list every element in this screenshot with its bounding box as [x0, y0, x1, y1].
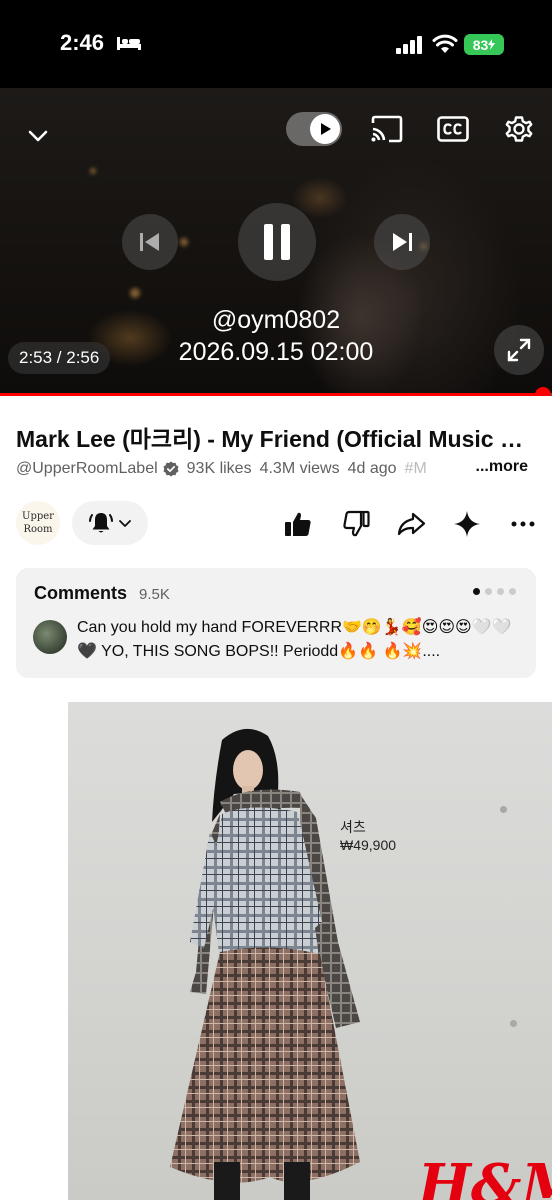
gear-icon [505, 116, 533, 142]
wall-detail [510, 1020, 517, 1027]
pause-icon [264, 224, 290, 260]
ad-item-price: ₩49,900 [340, 837, 397, 853]
ad-banner[interactable]: 셔츠 ₩49,900 H&M [0, 702, 552, 1200]
carousel-dot [485, 588, 492, 595]
bokeh-light [90, 168, 96, 174]
brand-logo[interactable]: H&M [418, 1152, 552, 1200]
status-time: 2:46 [60, 30, 105, 55]
avatar-line-1: Upper [22, 511, 54, 522]
wall-detail [500, 806, 507, 813]
share-icon [397, 512, 426, 536]
time-display-text: 2:53 / 2:56 [19, 348, 100, 367]
video-metadata[interactable]: @UpperRoomLabel 93K likes 4.3M views 4d … [16, 458, 536, 480]
progress-fill [0, 393, 543, 396]
cast-button[interactable] [368, 112, 406, 146]
channel-handle: @UpperRoomLabel [16, 460, 158, 477]
cc-icon [437, 116, 469, 142]
skip-next-icon [393, 233, 412, 251]
next-video-button[interactable] [374, 214, 430, 270]
comments-title: Comments [34, 583, 128, 603]
carousel-dot [497, 588, 504, 595]
cellular-signal-icon [396, 36, 422, 54]
sleep-focus-icon [117, 37, 141, 50]
skip-previous-icon [140, 233, 159, 251]
captions-button[interactable] [434, 112, 472, 146]
carousel-dots [473, 588, 516, 595]
bell-icon [89, 513, 113, 533]
video-player[interactable]: @oym0802 2026.09.15 02:00 2:53 / 2:56 [0, 88, 552, 396]
battery-indicator: 83 [464, 34, 504, 55]
video-overlay-handle: @oym0802 [211, 306, 341, 334]
like-button[interactable] [280, 506, 316, 542]
status-bar: 2:46 83 [0, 0, 552, 88]
model-figure [170, 728, 360, 1200]
cast-icon [371, 115, 403, 143]
more-actions-button[interactable] [505, 506, 541, 542]
thumbs-up-icon [285, 512, 311, 536]
channel-avatar[interactable]: Upper Room [16, 501, 60, 545]
pause-button[interactable] [238, 203, 316, 281]
upload-age: 4d ago [347, 460, 397, 477]
like-count: 93K likes [186, 460, 252, 477]
bokeh-light [180, 238, 188, 246]
avatar-line-2: Room [23, 524, 53, 535]
channel-handle-wrapper: @UpperRoomLabel [16, 460, 179, 478]
previous-video-button[interactable] [122, 214, 178, 270]
fullscreen-button[interactable] [494, 325, 544, 375]
charging-icon [488, 39, 496, 50]
commenter-avatar [33, 620, 67, 654]
autoplay-toggle[interactable] [286, 112, 342, 146]
carousel-dot [473, 588, 480, 595]
ad-item-label: 셔츠 [340, 819, 366, 835]
time-display[interactable]: 2:53 / 2:56 [8, 342, 111, 374]
progress-bar[interactable] [0, 387, 552, 396]
ad-price-tag: 셔츠 ₩49,900 [340, 818, 396, 854]
battery-level: 83 [472, 36, 489, 53]
hashtag[interactable]: #M [405, 460, 427, 478]
ask-button[interactable] [449, 506, 485, 542]
verified-icon [163, 461, 179, 477]
comments-panel[interactable]: Comments 9.5K Can you hold my hand FOREV… [16, 568, 536, 678]
play-icon [321, 123, 331, 135]
scrubber-handle[interactable] [534, 387, 551, 396]
top-comment: Can you hold my hand FOREVERRR🤝🤭💃🥰😍😍😍🤍🤍🖤… [77, 619, 512, 660]
share-button[interactable] [393, 506, 429, 542]
chevron-down-icon [28, 130, 48, 142]
more-icon [511, 521, 535, 527]
collapse-player-button[interactable] [20, 118, 56, 154]
view-count: 4.3M views [259, 460, 340, 477]
sparkle-icon [454, 511, 480, 537]
chevron-down-icon [119, 520, 131, 527]
bokeh-light [130, 288, 140, 298]
more-button[interactable]: ...more [455, 458, 528, 476]
wifi-icon [432, 34, 458, 53]
fullscreen-icon [507, 338, 531, 362]
dislike-button[interactable] [338, 506, 374, 542]
comments-count: 9.5K [139, 586, 170, 603]
notification-settings-button[interactable] [72, 501, 148, 545]
carousel-dot [509, 588, 516, 595]
thumbs-down-icon [343, 510, 370, 537]
autoplay-knob [310, 114, 340, 144]
settings-button[interactable] [500, 110, 538, 148]
video-title[interactable]: Mark Lee (마크리) - My Friend (Official Mus… [16, 420, 536, 454]
